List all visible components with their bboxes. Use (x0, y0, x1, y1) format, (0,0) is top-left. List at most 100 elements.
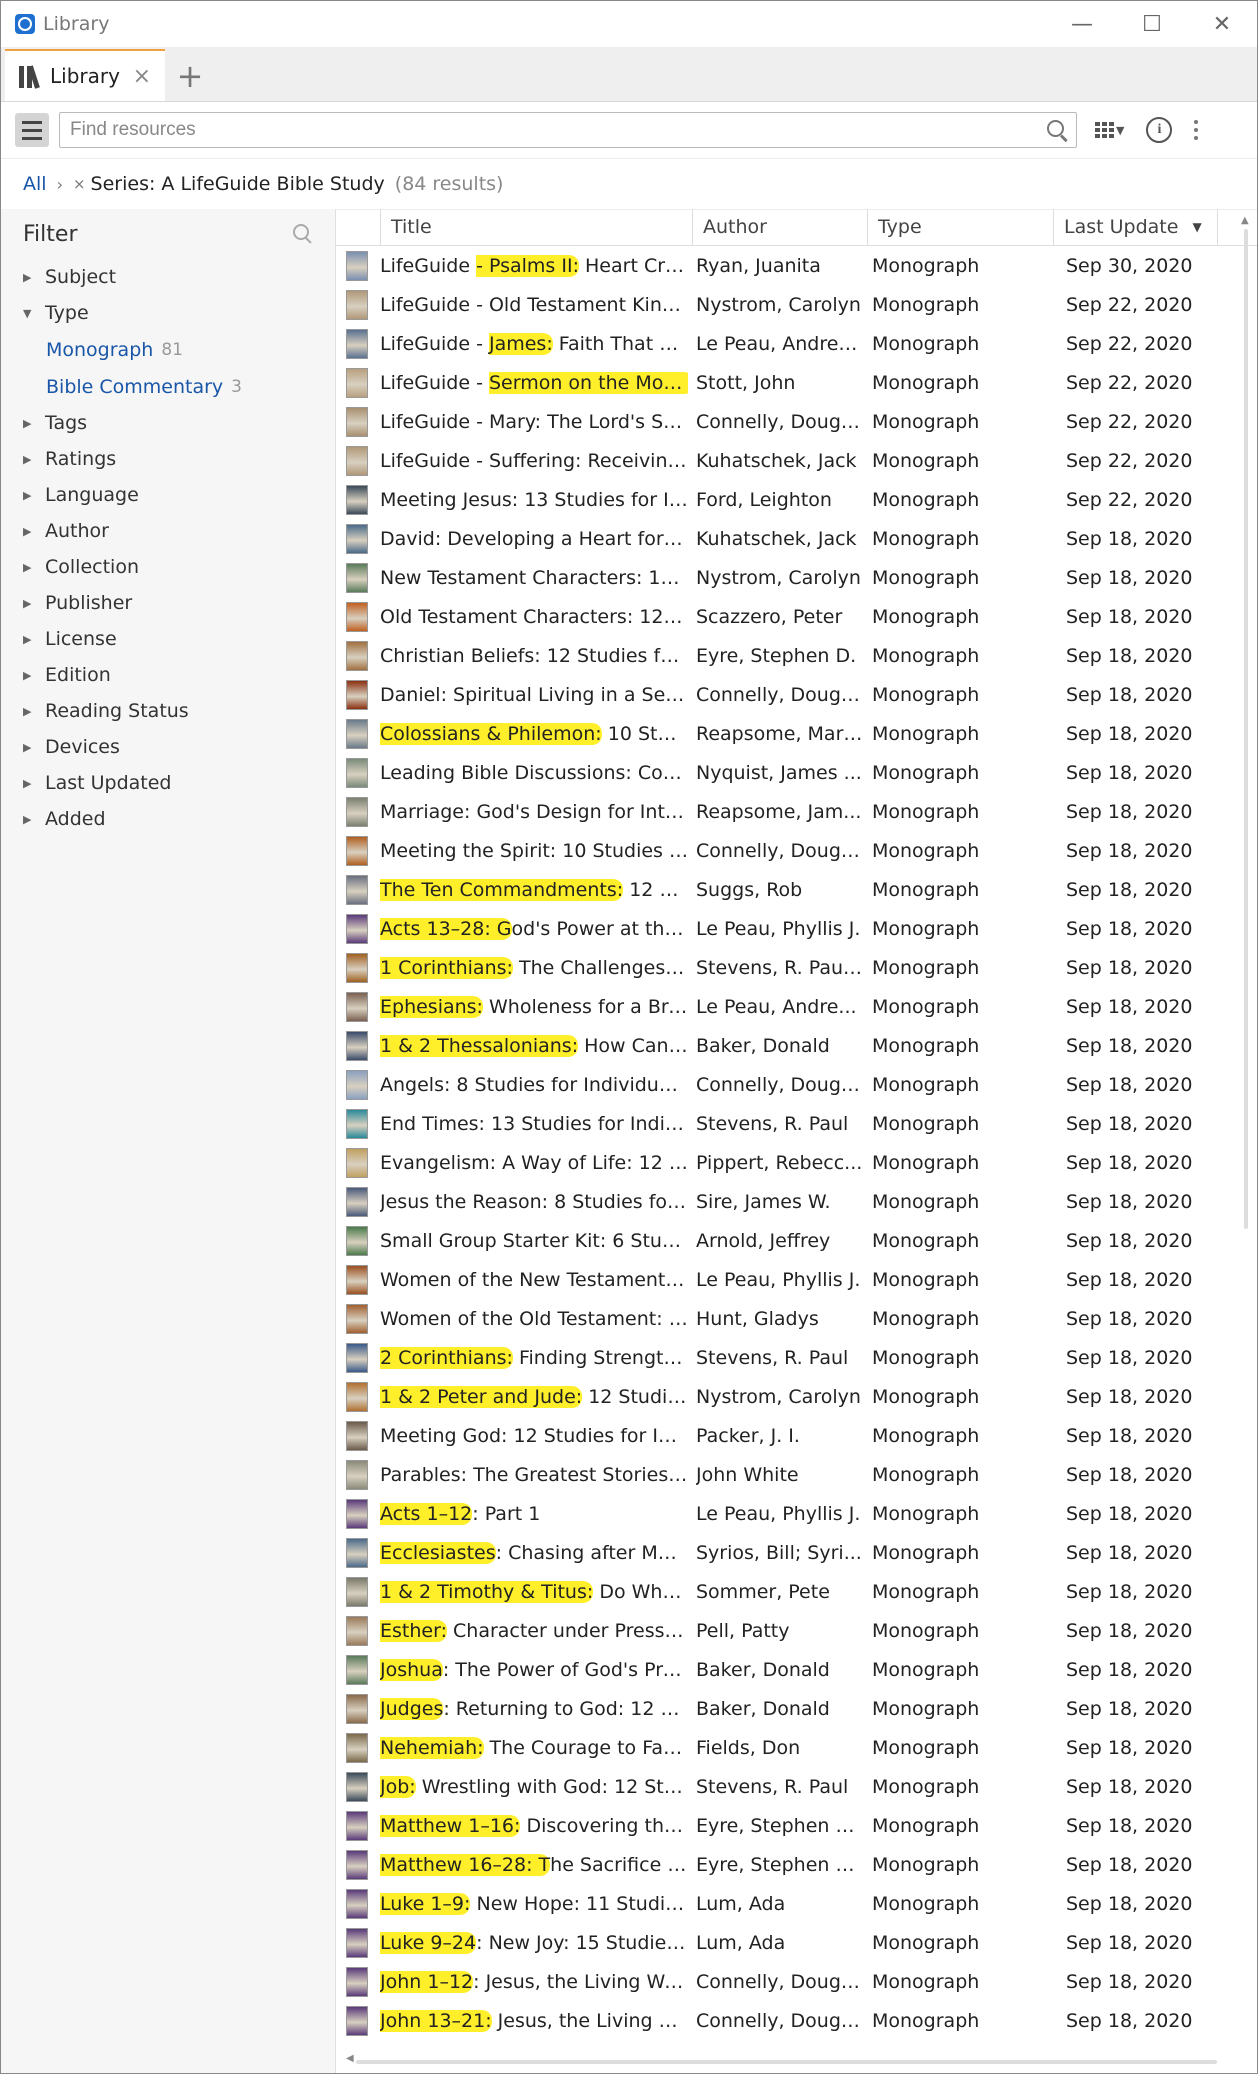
remove-filter-icon[interactable]: × (73, 175, 86, 193)
table-row[interactable]: LifeGuide - Psalms II: Heart Crie... Ryan… (336, 246, 1235, 285)
filter-search-icon[interactable] (293, 224, 313, 244)
title-cell[interactable]: Daniel: Spiritual Living in a Secu... (380, 684, 688, 706)
title-cell[interactable]: Matthew 16–28: The Sacrifice of ... (380, 1853, 688, 1876)
column-header-title[interactable]: Title (381, 209, 693, 245)
table-row[interactable]: LifeGuide - Mary: The Lord's Ser... Conne… (336, 402, 1235, 441)
maximize-button[interactable]: ☐ (1117, 1, 1187, 47)
title-cell[interactable]: Jesus the Reason: 8 Studies for I... (380, 1191, 688, 1213)
filter-option-monograph[interactable]: Monograph 81 (1, 331, 335, 368)
filter-option-bible-commentary[interactable]: Bible Commentary 3 (1, 368, 335, 405)
table-row[interactable]: Angels: 8 Studies for Individuals... Conn… (336, 1065, 1235, 1104)
title-cell[interactable]: Colossians & Philemon: 10 Studi... (380, 722, 688, 745)
title-cell[interactable]: Esther: Character under Pressur... (380, 1619, 688, 1642)
table-row[interactable]: Ephesians: Wholeness for a Bro... Le Peau… (336, 987, 1235, 1026)
title-cell[interactable]: Small Group Starter Kit: 6 Studi... (380, 1230, 688, 1252)
table-row[interactable]: Leading Bible Discussions: Com... Nyquist… (336, 753, 1235, 792)
title-cell[interactable]: John 1–12: Jesus, the Living Wo... (380, 1970, 688, 1993)
table-row[interactable]: Matthew 1–16: Discovering the ... Eyre, S… (336, 1806, 1235, 1845)
table-row[interactable]: Jesus the Reason: 8 Studies for I... Sire… (336, 1182, 1235, 1221)
horizontal-scrollbar[interactable]: ◀ (346, 2053, 1227, 2067)
scroll-up-icon[interactable]: ▲ (1241, 215, 1249, 226)
table-row[interactable]: Women of the Old Testament: 1... Hunt, Gl… (336, 1299, 1235, 1338)
filter-facet-subject[interactable]: ▶ Subject (1, 259, 335, 295)
scroll-left-icon[interactable]: ◀ (346, 2053, 354, 2064)
breadcrumb-all-link[interactable]: All (23, 173, 47, 195)
table-row[interactable]: Meeting Jesus: 13 Studies for In... Ford,… (336, 480, 1235, 519)
title-cell[interactable]: Meeting God: 12 Studies for Indi... (380, 1425, 688, 1447)
table-row[interactable]: New Testament Characters: 10 S... Nystrom… (336, 558, 1235, 597)
table-row[interactable]: Ecclesiastes: Chasing after Mean... Syrio… (336, 1533, 1235, 1572)
title-cell[interactable]: Matthew 1–16: Discovering the ... (380, 1814, 688, 1837)
title-cell[interactable]: Parables: The Greatest Stories E... (380, 1464, 688, 1486)
title-cell[interactable]: Joshua: The Power of God's Pro... (380, 1658, 688, 1681)
title-cell[interactable]: LifeGuide - Sermon on the Mou... (380, 371, 688, 394)
title-cell[interactable]: The Ten Commandments: 12 St... (380, 878, 688, 901)
title-cell[interactable]: Meeting Jesus: 13 Studies for In... (380, 489, 688, 511)
table-row[interactable]: Job: Wrestling with God: 12 Stu... Steven… (336, 1767, 1235, 1806)
tab-library[interactable]: Library × (5, 49, 165, 101)
info-icon[interactable]: i (1146, 117, 1173, 143)
table-row[interactable]: Esther: Character under Pressur... Pell, … (336, 1611, 1235, 1650)
hamburger-menu-icon[interactable] (15, 113, 49, 147)
title-cell[interactable]: Angels: 8 Studies for Individuals... (380, 1074, 688, 1096)
table-row[interactable]: Colossians & Philemon: 10 Studi... Reapso… (336, 714, 1235, 753)
table-row[interactable]: Marriage: God's Design for Intim... Reaps… (336, 792, 1235, 831)
table-row[interactable]: Joshua: The Power of God's Pro... Baker, … (336, 1650, 1235, 1689)
filter-facet-edition[interactable]: ▶ Edition (1, 657, 335, 693)
table-row[interactable]: LifeGuide - Suffering: Receiving ... Kuha… (336, 441, 1235, 480)
table-row[interactable]: John 13–21: Jesus, the Living W... Connel… (336, 2001, 1235, 2040)
view-options-button[interactable]: ▼ (1095, 122, 1124, 138)
title-cell[interactable]: 1 & 2 Peter and Jude: 12 Studies... (380, 1385, 688, 1408)
title-cell[interactable]: Nehemiah: The Courage to Face... (380, 1736, 688, 1759)
table-row[interactable]: Luke 1–9: New Hope: 11 Studies... Lum, Ad… (336, 1884, 1235, 1923)
table-row[interactable]: Nehemiah: The Courage to Face... Fields, … (336, 1728, 1235, 1767)
table-row[interactable]: Luke 9–24: New Joy: 15 Studies ... Lum, A… (336, 1923, 1235, 1962)
title-cell[interactable]: Women of the New Testament: ... (380, 1269, 688, 1291)
search-icon[interactable] (1046, 119, 1068, 143)
table-row[interactable]: David: Developing a Heart for G... Kuhats… (336, 519, 1235, 558)
table-row[interactable]: Parables: The Greatest Stories E... John … (336, 1455, 1235, 1494)
table-row[interactable]: Acts 13–28: God's Power at the ... Le Pea… (336, 909, 1235, 948)
filter-facet-last-updated[interactable]: ▶ Last Updated (1, 765, 335, 801)
table-row[interactable]: 1 & 2 Timothy & Titus: Do What Y... Somme… (336, 1572, 1235, 1611)
title-cell[interactable]: 1 & 2 Timothy & Titus: Do What Y... (380, 1580, 688, 1603)
table-row[interactable]: 1 & 2 Thessalonians: How Can I ... Baker,… (336, 1026, 1235, 1065)
filter-facet-publisher[interactable]: ▶ Publisher (1, 585, 335, 621)
search-box[interactable] (59, 112, 1077, 148)
close-window-button[interactable]: ✕ (1187, 1, 1257, 47)
table-row[interactable]: LifeGuide - Old Testament Kings... Nystro… (336, 285, 1235, 324)
table-row[interactable]: Meeting the Spirit: 10 Studies fo... Conn… (336, 831, 1235, 870)
more-options-icon[interactable] (1194, 120, 1199, 140)
table-row[interactable]: Daniel: Spiritual Living in a Secu... Con… (336, 675, 1235, 714)
title-cell[interactable]: Ecclesiastes: Chasing after Mean... (380, 1541, 688, 1564)
table-row[interactable]: 2 Corinthians: Finding Strength ... Steve… (336, 1338, 1235, 1377)
title-cell[interactable]: New Testament Characters: 10 S... (380, 567, 688, 589)
filter-facet-added[interactable]: ▶ Added (1, 801, 335, 837)
table-row[interactable]: Evangelism: A Way of Life: 12 St... Pippe… (336, 1143, 1235, 1182)
table-row[interactable]: LifeGuide - Sermon on the Mou... Stott, J… (336, 363, 1235, 402)
filter-facet-devices[interactable]: ▶ Devices (1, 729, 335, 765)
table-row[interactable]: The Ten Commandments: 12 St... Suggs, Rob… (336, 870, 1235, 909)
filter-facet-type[interactable]: ▼ Type (1, 295, 335, 331)
table-row[interactable]: Old Testament Characters: 12 St... Scazze… (336, 597, 1235, 636)
title-cell[interactable]: Old Testament Characters: 12 St... (380, 606, 688, 628)
title-cell[interactable]: Christian Beliefs: 12 Studies for I... (380, 645, 688, 667)
title-cell[interactable]: Acts 13–28: God's Power at the ... (380, 917, 688, 940)
table-row[interactable]: Acts 1–12: Part 1 Le Peau, Phyllis J. Mono… (336, 1494, 1235, 1533)
filter-facet-language[interactable]: ▶ Language (1, 477, 335, 513)
column-header-author[interactable]: Author (693, 209, 868, 245)
filter-facet-license[interactable]: ▶ License (1, 621, 335, 657)
title-cell[interactable]: John 13–21: Jesus, the Living W... (380, 2009, 688, 2032)
table-row[interactable]: John 1–12: Jesus, the Living Wo... Connel… (336, 1962, 1235, 2001)
table-row[interactable]: 1 & 2 Peter and Jude: 12 Studies... Nystr… (336, 1377, 1235, 1416)
tab-close-icon[interactable]: × (133, 64, 151, 89)
filter-facet-collection[interactable]: ▶ Collection (1, 549, 335, 585)
title-cell[interactable]: Evangelism: A Way of Life: 12 St... (380, 1152, 688, 1174)
table-row[interactable]: Judges: Returning to God: 12 St... Baker,… (336, 1689, 1235, 1728)
table-row[interactable]: Meeting God: 12 Studies for Indi... Packe… (336, 1416, 1235, 1455)
breadcrumb-series-filter[interactable]: Series: A LifeGuide Bible Study (91, 173, 385, 195)
title-cell[interactable]: 2 Corinthians: Finding Strength ... (380, 1346, 688, 1369)
title-cell[interactable]: David: Developing a Heart for G... (380, 528, 688, 550)
search-input[interactable] (60, 118, 1046, 142)
title-cell[interactable]: Women of the Old Testament: 1... (380, 1308, 688, 1330)
